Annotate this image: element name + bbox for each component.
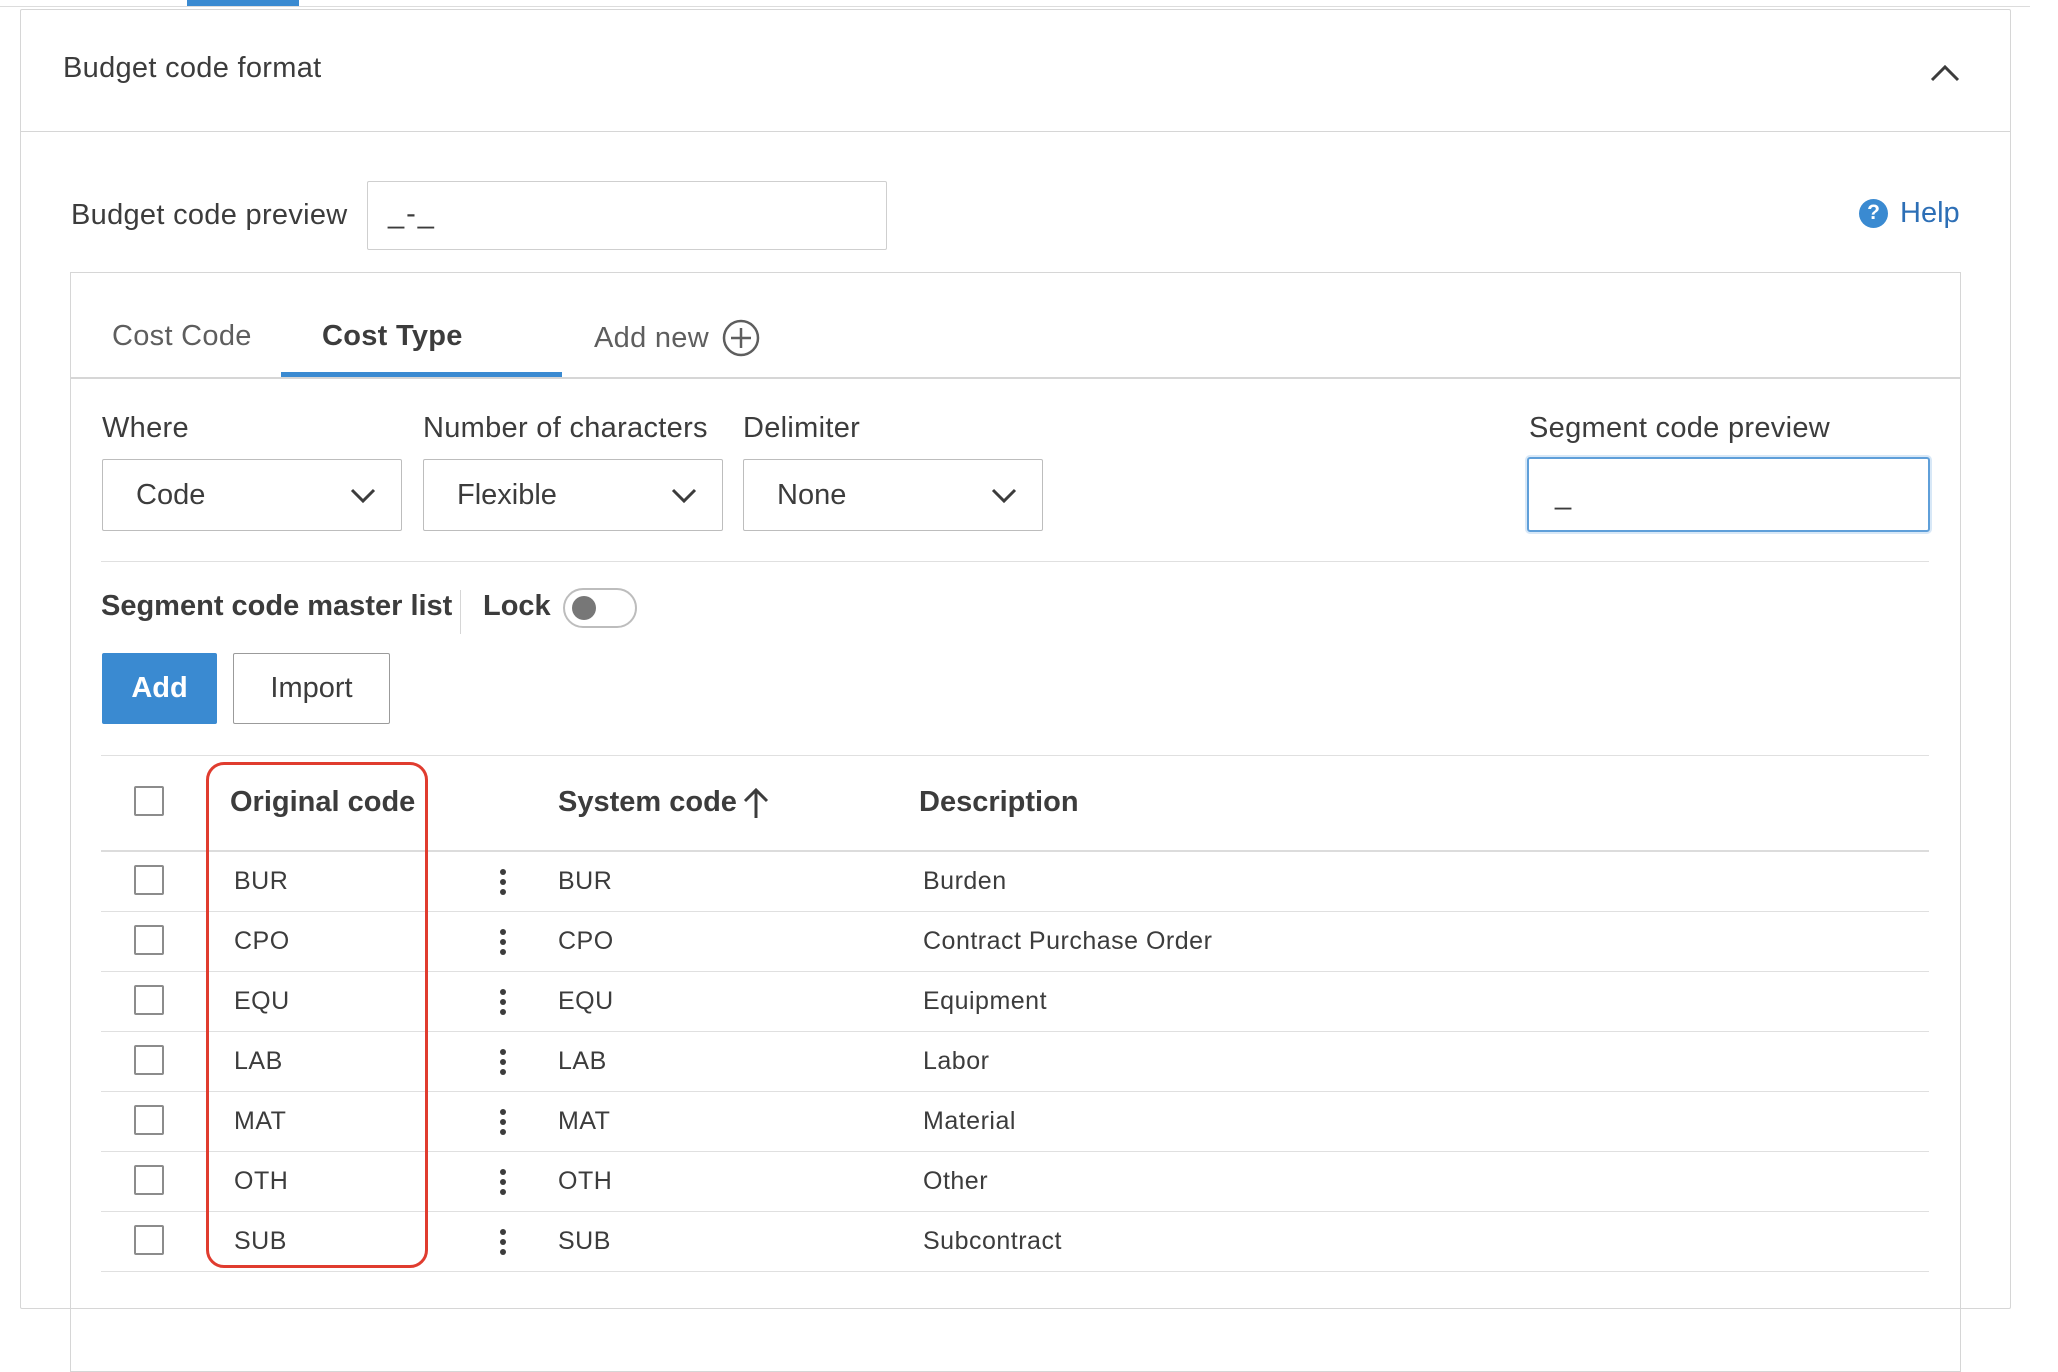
more-options-icon[interactable] xyxy=(499,1168,507,1196)
help-link[interactable]: ? Help xyxy=(1859,196,1960,230)
panel-header-divider xyxy=(21,131,2011,132)
description-cell: Material xyxy=(923,1107,1016,1135)
system-code-cell: CPO xyxy=(558,927,614,955)
select-all-checkbox[interactable] xyxy=(134,786,164,816)
budget-code-preview-field: _-_ xyxy=(367,181,887,250)
description-cell: Labor xyxy=(923,1047,990,1075)
row-checkbox[interactable] xyxy=(134,865,164,895)
more-options-icon[interactable] xyxy=(499,988,507,1016)
chevron-down-icon xyxy=(991,488,1017,504)
num-chars-value: Flexible xyxy=(457,478,557,511)
description-cell: Burden xyxy=(923,867,1007,895)
where-label: Where xyxy=(102,412,189,444)
system-code-cell: OTH xyxy=(558,1167,613,1195)
original-code-column-highlight xyxy=(206,762,428,1268)
row-checkbox[interactable] xyxy=(134,1165,164,1195)
tab-cost-type[interactable]: Cost Type xyxy=(322,320,463,353)
more-options-icon[interactable] xyxy=(499,868,507,896)
segment-code-preview-field[interactable]: _ xyxy=(1527,457,1930,532)
add-button[interactable]: Add xyxy=(102,653,217,724)
row-divider xyxy=(101,1271,1929,1272)
description-cell: Contract Purchase Order xyxy=(923,927,1213,955)
system-code-cell: MAT xyxy=(558,1107,611,1135)
budget-code-preview-label: Budget code preview xyxy=(71,199,348,231)
more-options-icon[interactable] xyxy=(499,1108,507,1136)
more-options-icon[interactable] xyxy=(499,928,507,956)
help-icon: ? xyxy=(1859,198,1888,228)
vertical-divider xyxy=(460,590,461,634)
delimiter-value: None xyxy=(777,478,847,511)
delimiter-select[interactable]: None xyxy=(743,459,1043,531)
system-code-cell: LAB xyxy=(558,1047,607,1075)
description-cell: Subcontract xyxy=(923,1227,1062,1255)
chevron-up-icon[interactable] xyxy=(1928,58,1962,88)
system-code-cell: BUR xyxy=(558,867,613,895)
system-code-cell: SUB xyxy=(558,1227,611,1255)
add-new-label: Add new xyxy=(594,321,709,354)
column-header-description[interactable]: Description xyxy=(919,786,1079,819)
toggle-knob xyxy=(572,596,596,620)
row-checkbox[interactable] xyxy=(134,1225,164,1255)
row-checkbox[interactable] xyxy=(134,985,164,1015)
column-header-system-code[interactable]: System code xyxy=(558,786,737,819)
description-cell: Other xyxy=(923,1167,989,1195)
tabs-divider xyxy=(71,377,1961,379)
row-checkbox[interactable] xyxy=(134,925,164,955)
system-code-cell: EQU xyxy=(558,987,614,1015)
where-select[interactable]: Code xyxy=(102,459,402,531)
more-options-icon[interactable] xyxy=(499,1228,507,1256)
delimiter-label: Delimiter xyxy=(743,412,861,444)
lock-toggle[interactable] xyxy=(563,588,637,628)
tab-cost-code[interactable]: Cost Code xyxy=(112,320,252,353)
num-chars-select[interactable]: Flexible xyxy=(423,459,723,531)
chevron-down-icon xyxy=(671,488,697,504)
row-checkbox[interactable] xyxy=(134,1105,164,1135)
import-button[interactable]: Import xyxy=(233,653,390,724)
panel-title: Budget code format xyxy=(63,52,322,84)
help-label: Help xyxy=(1900,196,1960,229)
where-value: Code xyxy=(136,478,206,511)
add-circle-icon xyxy=(722,319,760,357)
more-options-icon[interactable] xyxy=(499,1048,507,1076)
chevron-down-icon xyxy=(350,488,376,504)
active-top-tab-indicator xyxy=(187,0,299,6)
segment-master-list-label: Segment code master list xyxy=(101,590,453,622)
add-new-tab-button[interactable]: Add new xyxy=(594,318,761,358)
top-divider xyxy=(0,6,2030,7)
table-top-divider xyxy=(101,755,1929,756)
active-tab-indicator xyxy=(281,372,562,377)
lock-label: Lock xyxy=(483,590,551,622)
row-checkbox[interactable] xyxy=(134,1045,164,1075)
description-cell: Equipment xyxy=(923,987,1048,1015)
segment-preview-label: Segment code preview xyxy=(1529,412,1830,444)
num-chars-label: Number of characters xyxy=(423,412,708,444)
section-divider xyxy=(101,561,1929,562)
sort-ascending-icon[interactable] xyxy=(741,786,771,820)
